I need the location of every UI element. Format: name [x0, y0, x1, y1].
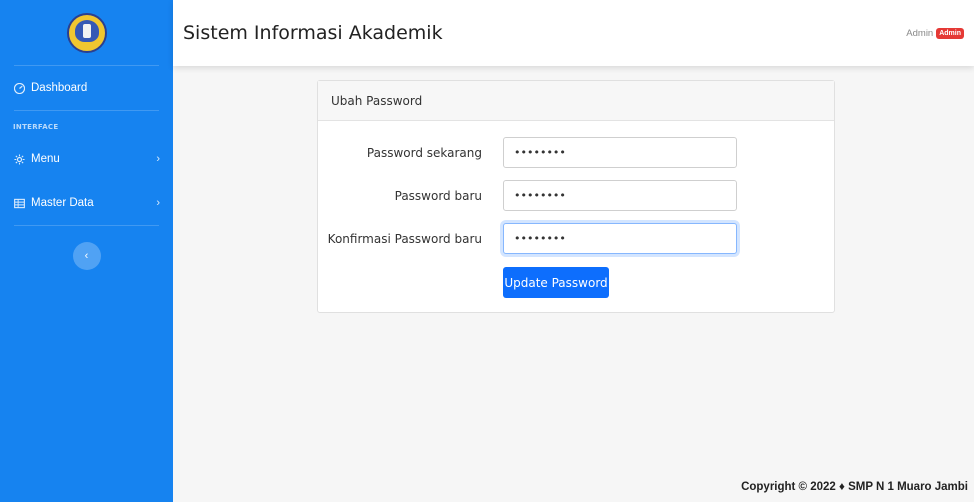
form-row-current-password: Password sekarang: [318, 137, 737, 168]
change-password-card: Ubah Password Password sekarang Password…: [317, 80, 835, 313]
current-password-field[interactable]: [503, 137, 737, 168]
page-title: Sistem Informasi Akademik: [183, 22, 443, 44]
confirm-password-label: Konfirmasi Password baru: [327, 231, 482, 246]
role-badge: Admin: [936, 27, 964, 39]
new-password-field[interactable]: [503, 180, 737, 211]
card-title: Ubah Password: [318, 81, 834, 121]
chevron-right-icon: ›: [156, 197, 160, 209]
confirm-password-field[interactable]: [503, 223, 737, 254]
topbar: Sistem Informasi Akademik Admin Admin: [173, 0, 974, 66]
footer-copyright: Copyright © 2022 ♦ SMP N 1 Muaro Jambi: [741, 481, 968, 493]
sidebar-heading: INTERFACE: [13, 123, 59, 131]
sidebar-divider: [14, 225, 159, 226]
sidebar-toggle-button[interactable]: ‹: [72, 242, 101, 270]
chevron-left-icon: ‹: [84, 250, 89, 262]
sidebar-item-master-data[interactable]: Master Data ›: [0, 181, 173, 225]
form-row-confirm-password: Konfirmasi Password baru: [318, 223, 737, 254]
dashboard-icon: [13, 82, 25, 94]
gear-icon: [13, 153, 25, 165]
current-password-label: Password sekarang: [366, 145, 482, 160]
sidebar-item-menu[interactable]: Menu ›: [0, 137, 173, 181]
chevron-right-icon: ›: [156, 153, 160, 165]
school-logo[interactable]: [66, 12, 107, 53]
sidebar-item-label: Master Data: [31, 197, 94, 209]
sidebar-item-label: Menu: [31, 153, 60, 165]
update-password-button[interactable]: Update Password: [503, 267, 609, 298]
sidebar-item-dashboard[interactable]: Dashboard: [0, 66, 173, 110]
logo-container: [14, 0, 159, 66]
user-menu[interactable]: Admin Admin: [906, 27, 964, 39]
form-row-new-password: Password baru: [318, 180, 737, 211]
sidebar-item-label: Dashboard: [31, 82, 88, 94]
user-name: Admin: [906, 27, 934, 39]
new-password-label: Password baru: [394, 188, 482, 203]
sidebar: Dashboard INTERFACE Menu › Master Data ›…: [0, 0, 173, 502]
table-icon: [13, 197, 25, 209]
